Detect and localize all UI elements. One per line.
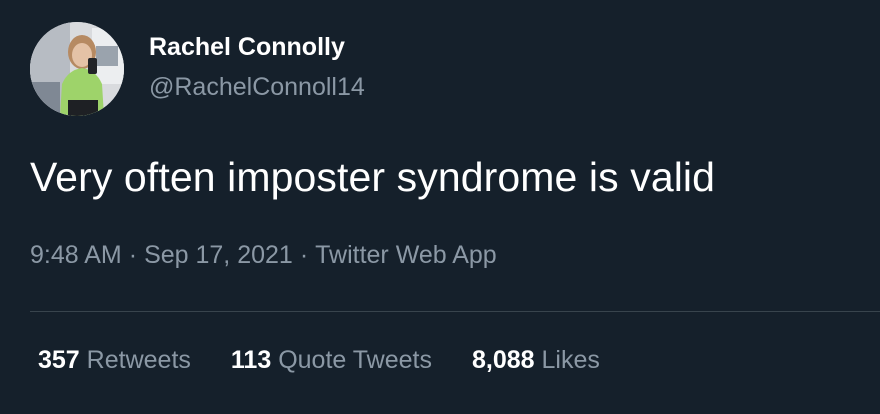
avatar-photo xyxy=(30,22,124,116)
user-handle[interactable]: @RachelConnoll14 xyxy=(149,73,365,102)
quote-tweets-stat[interactable]: 113 Quote Tweets xyxy=(231,346,432,375)
likes-label: Likes xyxy=(541,346,600,374)
tweet-metadata: 9:48 AM · Sep 17, 2021 · Twitter Web App xyxy=(30,241,497,270)
meta-separator: · xyxy=(299,241,309,269)
tweet-text: Very often imposter syndrome is valid xyxy=(30,154,716,200)
avatar[interactable] xyxy=(30,22,124,116)
tweet-date[interactable]: Sep 17, 2021 xyxy=(144,241,293,269)
likes-stat[interactable]: 8,088 Likes xyxy=(472,346,600,375)
tweet-card: Rachel Connolly @RachelConnoll14 Very of… xyxy=(0,0,880,414)
tweet-source-link[interactable]: Twitter Web App xyxy=(315,241,497,269)
quote-tweets-label: Quote Tweets xyxy=(278,346,432,374)
likes-count: 8,088 xyxy=(471,346,535,374)
display-name[interactable]: Rachel Connolly xyxy=(149,33,345,62)
retweets-count: 357 xyxy=(38,346,80,374)
retweets-label: Retweets xyxy=(86,346,191,374)
engagement-stats: 357 Retweets 113 Quote Tweets 8,088 Like… xyxy=(38,346,640,375)
retweets-stat[interactable]: 357 Retweets xyxy=(38,346,191,375)
quote-tweets-count: 113 xyxy=(230,346,272,374)
divider xyxy=(30,311,880,312)
meta-separator: · xyxy=(128,241,138,269)
tweet-time[interactable]: 9:48 AM xyxy=(30,241,122,269)
